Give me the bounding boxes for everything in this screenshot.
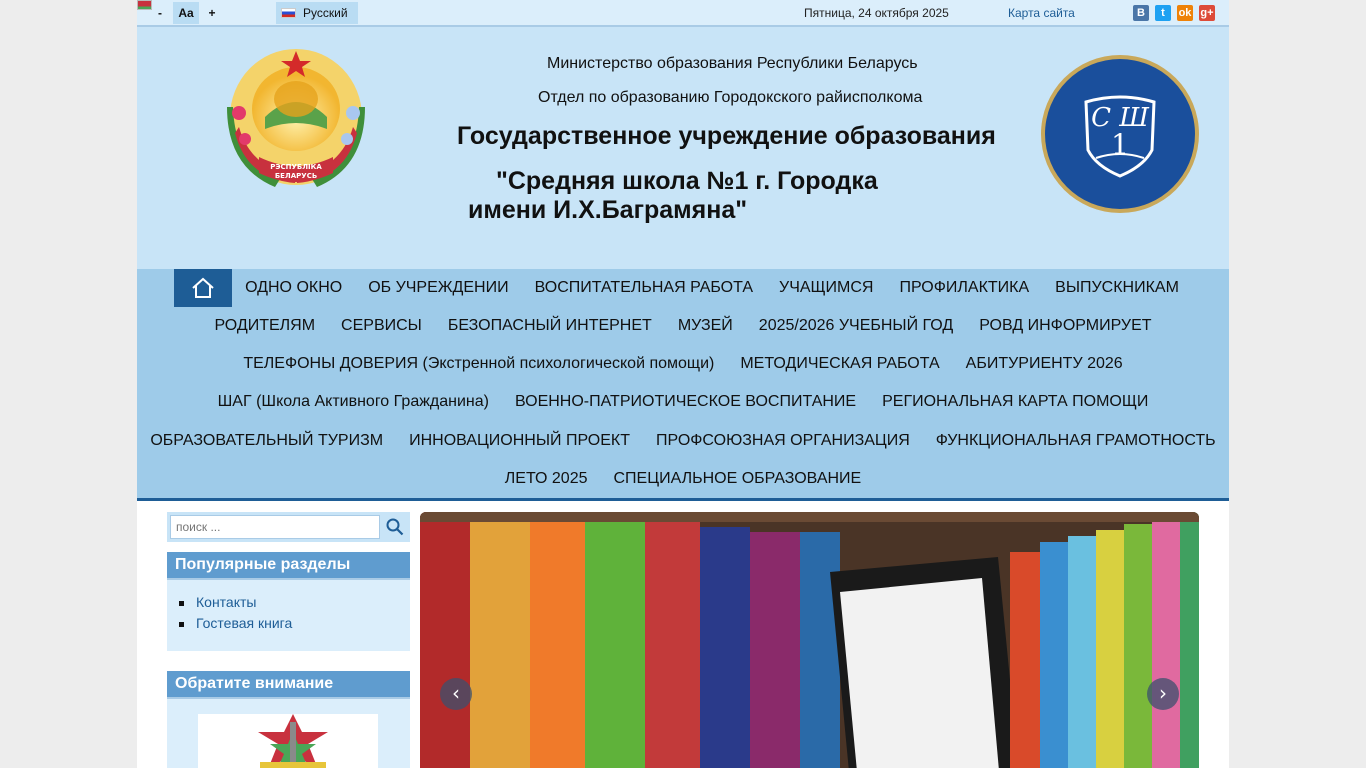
font-normal-button[interactable]: Aa [173,2,199,24]
nav-item[interactable]: ЛЕТО 2025 [492,460,601,498]
nav-item[interactable]: СПЕЦИАЛЬНОЕ ОБРАЗОВАНИЕ [601,460,875,498]
slider-prev-button[interactable]: ‹ [440,678,472,710]
nav-item[interactable]: РЕГИОНАЛЬНАЯ КАРТА ПОМОЩИ [869,383,1161,421]
nav-item[interactable]: ТЕЛЕФОНЫ ДОВЕРИЯ (Экстренной психологиче… [230,345,727,383]
svg-text:1: 1 [1111,128,1129,161]
department-name: Отдел по образованию Городокского райисп… [538,89,923,106]
nav-item[interactable]: ОБ УЧРЕЖДЕНИИ [355,269,521,307]
nav-item[interactable]: РОВД ИНФОРМИРУЕТ [966,307,1164,345]
popular-sections-module: Популярные разделы Контакты Гостевая кни… [167,552,410,651]
top-bar: - Aa + Русский Пятница, 24 октября 2025 … [137,0,1229,27]
svg-text:БЕЛАРУСЬ: БЕЛАРУСЬ [275,172,317,180]
nav-row: ЛЕТО 2025 СПЕЦИАЛЬНОЕ ОБРАЗОВАНИЕ [137,460,1229,498]
nav-item[interactable]: ВОЕННО-ПАТРИОТИЧЕСКОЕ ВОСПИТАНИЕ [502,383,869,421]
image-slider: ‹ › [420,512,1199,768]
nav-item[interactable]: СЕРВИСЫ [328,307,435,345]
site-header: РЭСПУБЛІКА БЕЛАРУСЬ Министерство образов… [137,27,1229,269]
current-date: Пятница, 24 октября 2025 [804,6,949,20]
module-title: Популярные разделы [167,552,410,580]
vk-icon[interactable]: В [1133,5,1149,21]
sitemap-link[interactable]: Карта сайта [1008,6,1075,20]
twitter-icon[interactable]: t [1155,5,1171,21]
font-decrease-button[interactable]: - [149,2,171,24]
nav-item[interactable]: 2025/2026 УЧЕБНЫЙ ГОД [746,307,966,345]
svg-text:РЭСПУБЛІКА: РЭСПУБЛІКА [270,163,322,171]
main-navigation: ОДНО ОКНО ОБ УЧРЕЖДЕНИИ ВОСПИТАТЕЛЬНАЯ РАБ… [137,269,1229,501]
nav-row: ОБРАЗОВАТЕЛЬНЫЙ ТУРИЗМ ИННОВАЦИОННЫЙ ПРОЕ… [137,422,1229,460]
slider-next-button[interactable]: › [1147,678,1179,710]
nav-item[interactable]: ВЫПУСКНИКАМ [1042,269,1192,307]
nav-item[interactable]: ОБРАЗОВАТЕЛЬНЫЙ ТУРИЗМ [137,422,396,460]
language-russian-button[interactable]: Русский [276,2,358,24]
font-increase-button[interactable]: + [201,2,223,24]
nav-item[interactable]: ОДНО ОКНО [232,269,355,307]
search-input[interactable] [170,515,380,539]
nav-item[interactable]: ПРОФСОЮЗНАЯ ОРГАНИЗАЦИЯ [643,422,923,460]
nav-item[interactable]: ИННОВАЦИОННЫЙ ПРОЕКТ [396,422,643,460]
attention-banner-image[interactable] [198,714,378,768]
nav-item[interactable]: УЧАЩИМСЯ [766,269,886,307]
ministry-name: Министерство образования Республики Бела… [547,55,918,72]
nav-row: РОДИТЕЛЯМ СЕРВИСЫ БЕЗОПАСНЫЙ ИНТЕРНЕТ МУЗЕЙ… [137,307,1229,345]
search-box [167,512,410,542]
school-name-line1: "Средняя школа №1 г. Городка [496,167,878,195]
state-emblem-icon[interactable]: РЭСПУБЛІКА БЕЛАРУСЬ [225,47,367,189]
attention-module: Обратите внимание [167,671,410,768]
popular-link-guestbook[interactable]: Гостевая книга [179,613,410,634]
school-name: "Средняя школа №1 г. Городка имени И.Х.Б… [468,167,878,225]
odnoklassniki-icon[interactable]: ok [1177,5,1193,21]
nav-row: ШАГ (Школа Активного Гражданина) ВОЕННО-П… [137,383,1229,421]
nav-row: ОДНО ОКНО ОБ УЧРЕЖДЕНИИ ВОСПИТАТЕЛЬНАЯ РАБ… [137,269,1229,307]
page: - Aa + Русский Пятница, 24 октября 2025 … [137,0,1229,768]
popular-list: Контакты Гостевая книга [167,580,410,634]
module-title: Обратите внимание [167,671,410,699]
home-button[interactable] [174,269,233,307]
nav-item[interactable]: МУЗЕЙ [665,307,746,345]
nav-item[interactable]: ШАГ (Школа Активного Гражданина) [205,383,502,421]
home-icon [192,277,214,298]
school-logo-icon[interactable]: С Ш 1 [1040,54,1200,214]
school-name-line2: имени И.Х.Баграмяна" [468,196,748,224]
popular-link-contacts[interactable]: Контакты [179,592,410,613]
google-plus-icon[interactable]: g+ [1199,5,1215,21]
nav-item[interactable]: ПРОФИЛАКТИКА [886,269,1042,307]
nav-item[interactable]: МЕТОДИЧЕСКАЯ РАБОТА [727,345,952,383]
language-label: Русский [303,6,348,20]
victory-star-icon [258,714,328,768]
nav-item[interactable]: БЕЗОПАСНЫЙ ИНТЕРНЕТ [435,307,665,345]
nav-item[interactable]: АБИТУРИЕНТУ 2026 [953,345,1136,383]
nav-item[interactable]: ФУНКЦИОНАЛЬНАЯ ГРАМОТНОСТЬ [923,422,1229,460]
institution-type: Государственное учреждение образования [457,122,996,150]
nav-item[interactable]: РОДИТЕЛЯМ [201,307,328,345]
books-slide-image [420,512,1199,768]
search-icon [386,518,403,536]
nav-item[interactable]: ВОСПИТАТЕЛЬНАЯ РАБОТА [522,269,766,307]
search-button[interactable] [382,515,407,539]
nav-row: ТЕЛЕФОНЫ ДОВЕРИЯ (Экстренной психологиче… [137,345,1229,383]
russia-flag-icon [281,8,296,18]
